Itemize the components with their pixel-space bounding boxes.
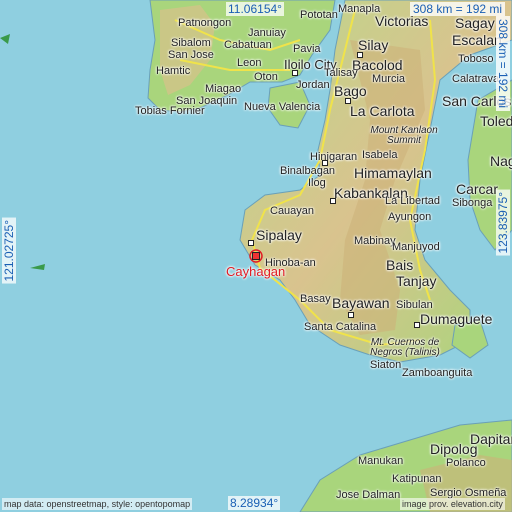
- scale-horizontal: 308 km = 192 mi: [410, 2, 506, 16]
- place-label: Patnongon: [178, 17, 232, 29]
- town-marker: [322, 160, 328, 166]
- place-label: Sibonga: [452, 197, 493, 209]
- place-label: Leon: [237, 57, 262, 69]
- coord-left: 121.02725°: [2, 218, 16, 284]
- target-label: Cayhagan: [226, 264, 286, 279]
- place-label: Talisay: [324, 67, 358, 79]
- place-label: San Jose: [168, 49, 214, 61]
- place-label: La Carlota: [350, 103, 415, 119]
- place-label: Nueva Valencia: [244, 101, 321, 113]
- image-credit: image prov. elevation.city: [400, 498, 505, 510]
- place-label: Bais: [386, 257, 414, 273]
- place-label: Ilog: [308, 177, 326, 189]
- place-label: Bacolod: [352, 57, 403, 73]
- place-label: Sibulan: [396, 299, 433, 311]
- map-credit: map data: openstreetmap, style: opentopo…: [2, 498, 193, 510]
- place-label: Jordan: [296, 79, 330, 91]
- place-label: Miagao: [205, 83, 242, 95]
- place-label: Naga: [490, 153, 512, 169]
- place-label: Sipalay: [256, 227, 302, 243]
- place-label: Jose Dalman: [336, 489, 401, 501]
- place-label: Escalan: [452, 32, 502, 48]
- town-marker: [330, 198, 336, 204]
- scale-vertical: 308 km = 192 mi: [496, 16, 510, 112]
- town-marker: [292, 70, 298, 76]
- place-label: Isabela: [362, 149, 398, 161]
- place-label: Katipunan: [392, 473, 442, 485]
- place-label: Pavia: [293, 43, 321, 55]
- place-label: Sagay: [455, 15, 495, 31]
- place-label: Murcia: [372, 73, 406, 85]
- place-label: Binalbagan: [280, 165, 336, 177]
- place-label: Manjuyod: [392, 241, 440, 253]
- place-label: Calatrava: [452, 73, 500, 85]
- mountain-label: Mount Kanlaon Summit: [370, 125, 438, 146]
- town-marker: [345, 98, 351, 104]
- place-label: Bago: [334, 83, 367, 99]
- place-label: Dumaguete: [420, 311, 493, 327]
- place-label: Cauayan: [270, 205, 315, 217]
- coord-right: 123.83975°: [496, 190, 510, 256]
- place-label: Januiay: [248, 27, 286, 39]
- place-label: Dipolog: [430, 441, 478, 457]
- place-label: Polanco: [446, 457, 486, 469]
- place-label: Victorias: [375, 13, 429, 29]
- place-label: Hinigaran: [310, 151, 358, 163]
- town-marker: [248, 240, 254, 246]
- place-label: Tobias Fornier: [135, 105, 205, 117]
- place-label: Mabinay: [354, 235, 396, 247]
- town-marker: [414, 322, 420, 328]
- place-label: Siaton: [370, 359, 402, 371]
- target-marker: [252, 252, 260, 260]
- place-label: Oton: [254, 71, 278, 83]
- place-label: Carcar: [456, 181, 499, 197]
- mountain-label: Mt. Cuernos de Negros (Talinis): [370, 337, 440, 358]
- place-label: Bayawan: [332, 295, 390, 311]
- place-label: Zamboanguita: [402, 367, 473, 379]
- place-label: Sibalom: [171, 37, 211, 49]
- place-label: Ayungon: [388, 211, 432, 223]
- coord-bottom: 8.28934°: [228, 496, 281, 510]
- town-marker: [348, 312, 354, 318]
- place-label: Pototan: [300, 9, 338, 21]
- place-label: Tanjay: [396, 273, 437, 289]
- place-label: Basay: [300, 293, 331, 305]
- place-label: Toboso: [458, 53, 494, 65]
- coord-top: 11.06154°: [226, 2, 284, 16]
- place-label: Manukan: [358, 455, 404, 467]
- place-label: Silay: [358, 37, 389, 53]
- place-label: Cabatuan: [224, 39, 272, 51]
- town-marker: [357, 52, 363, 58]
- place-label: Himamaylan: [354, 165, 432, 181]
- place-label: Hamtic: [156, 65, 191, 77]
- place-label: La Libertad: [385, 195, 441, 207]
- place-label: Manapla: [338, 3, 381, 15]
- place-label: Santa Catalina: [304, 321, 377, 333]
- place-label: Toledo: [480, 113, 512, 129]
